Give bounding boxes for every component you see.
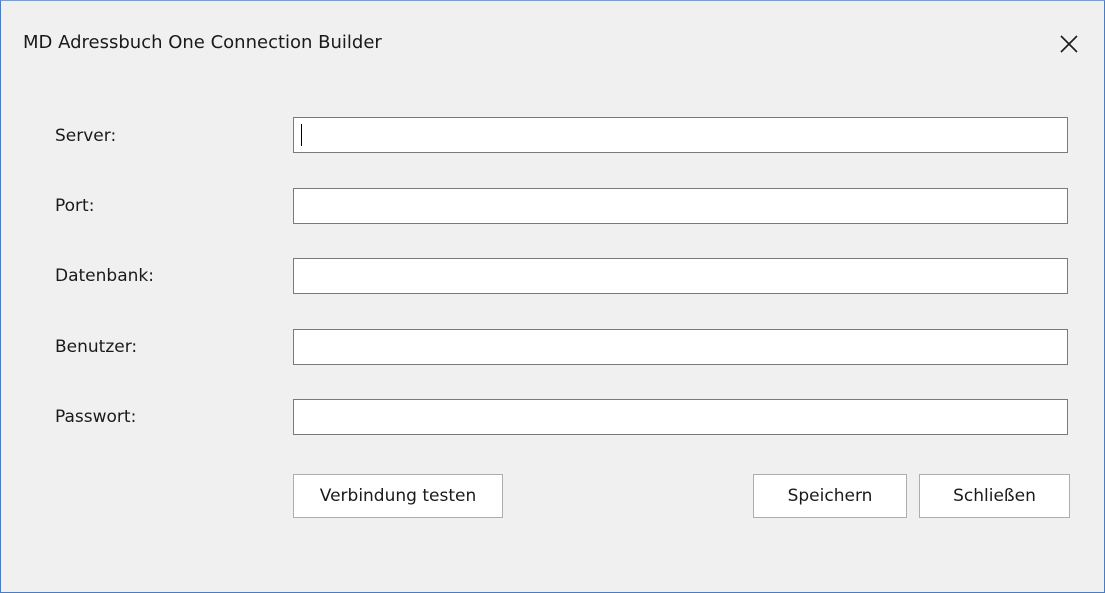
password-input[interactable]: [293, 399, 1068, 435]
save-button[interactable]: Speichern: [753, 474, 907, 518]
server-label: Server:: [55, 126, 117, 146]
close-icon: [1060, 35, 1078, 53]
dialog-window: MD Adressbuch One Connection Builder Ser…: [0, 0, 1105, 593]
title-bar: MD Adressbuch One Connection Builder: [1, 1, 1104, 89]
window-title: MD Adressbuch One Connection Builder: [23, 32, 382, 53]
text-caret: [301, 124, 302, 146]
server-input[interactable]: [293, 117, 1068, 153]
database-input[interactable]: [293, 258, 1068, 294]
database-label: Datenbank:: [55, 266, 154, 286]
user-label: Benutzer:: [55, 337, 138, 357]
user-input[interactable]: [293, 329, 1068, 365]
port-input[interactable]: [293, 188, 1068, 224]
password-label: Passwort:: [55, 407, 137, 427]
close-button[interactable]: Schließen: [919, 474, 1070, 518]
test-connection-button[interactable]: Verbindung testen: [293, 474, 503, 518]
port-label: Port:: [55, 196, 95, 216]
close-window-button[interactable]: [1044, 21, 1094, 65]
